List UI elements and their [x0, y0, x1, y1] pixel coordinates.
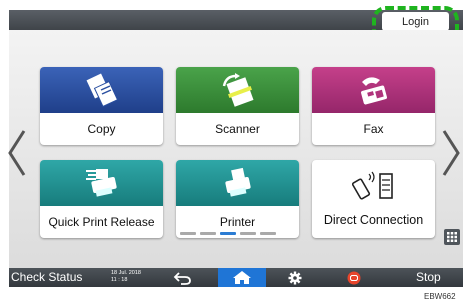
date-text: 18 Jul. 2018	[111, 270, 141, 276]
fax-app-tile[interactable]: Fax	[312, 67, 435, 145]
scanner-icon	[176, 67, 299, 113]
page-dot[interactable]	[240, 232, 256, 235]
printer-app-tile[interactable]: Printer	[176, 160, 299, 238]
figure-code: EBW662	[424, 292, 456, 301]
direct-connection-icon	[352, 171, 393, 200]
page-dot-active[interactable]	[220, 232, 236, 235]
printer-icon	[176, 160, 299, 206]
quick-print-release-app-tile[interactable]: Quick Print Release	[40, 160, 163, 238]
page-dot[interactable]	[180, 232, 196, 235]
control-panel-screen: Login Copy Scanner Fax Quick Print Relea…	[0, 0, 465, 305]
home-icon	[233, 271, 251, 284]
copy-label: Copy	[87, 122, 116, 136]
direct-connection-app-tile[interactable]: Direct Connection	[312, 160, 435, 238]
scanner-app-tile[interactable]: Scanner	[176, 67, 299, 145]
check-status-button[interactable]: Check Status	[11, 270, 82, 284]
fax-icon	[312, 67, 435, 113]
copy-app-tile[interactable]: Copy	[40, 67, 163, 145]
gear-icon[interactable]	[285, 270, 305, 286]
page-indicator	[180, 232, 280, 236]
next-page-arrow-icon[interactable]	[440, 128, 462, 178]
previous-page-arrow-icon[interactable]	[6, 128, 28, 178]
home-button[interactable]	[218, 268, 266, 287]
copy-icon	[40, 67, 163, 113]
date-time-display: 18 Jul. 2018 11 : 18	[111, 270, 147, 284]
stop-icon[interactable]	[344, 270, 364, 286]
page-dot[interactable]	[260, 232, 276, 235]
back-icon[interactable]	[173, 270, 193, 286]
fax-label: Fax	[363, 122, 384, 136]
quick-print-release-icon	[40, 160, 163, 206]
quick-print-release-label: Quick Print Release	[48, 215, 155, 229]
scanner-label: Scanner	[215, 122, 260, 136]
time-text: 11 : 18	[111, 277, 128, 283]
stop-button[interactable]: Stop	[416, 270, 441, 284]
direct-connection-label: Direct Connection	[323, 213, 424, 227]
app-list-grid-icon[interactable]	[444, 229, 460, 245]
page-dot[interactable]	[200, 232, 216, 235]
